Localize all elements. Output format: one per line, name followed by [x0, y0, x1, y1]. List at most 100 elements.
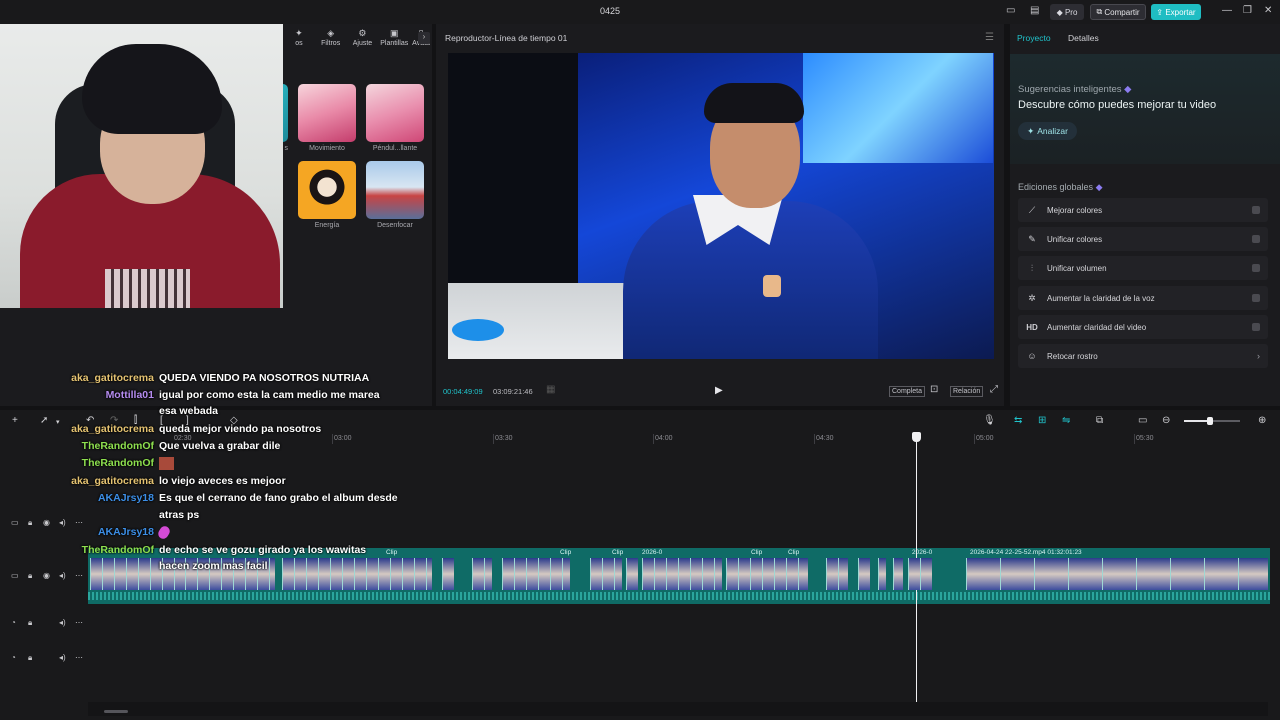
crop-icon[interactable]: ⊡ [930, 384, 938, 395]
clip-thumbnail[interactable] [102, 558, 114, 590]
audio-icon[interactable]: ◂) [59, 571, 66, 580]
clip-thumbnail[interactable] [378, 558, 390, 590]
zoom-knob[interactable] [1207, 417, 1213, 425]
clip-thumbnail[interactable] [526, 558, 538, 590]
global-item-voice-clarity[interactable]: ✲ Aumentar la claridad de la voz [1018, 286, 1268, 310]
more-icon[interactable]: ⋯ [75, 618, 83, 627]
magnet-icon[interactable]: ⊞ [1038, 415, 1046, 426]
toolbar-item-filters[interactable]: ◈ Filtros [315, 24, 347, 52]
lock-icon[interactable]: 🔒︎ [28, 653, 32, 663]
clip-thumbnail[interactable] [642, 558, 654, 590]
global-item-unify-colors[interactable]: ✎ Unificar colores [1018, 227, 1268, 251]
clip-thumbnail[interactable] [426, 558, 432, 590]
clip-thumbnail[interactable] [786, 558, 798, 590]
clip-thumbnail[interactable] [908, 558, 920, 590]
fullscreen-icon[interactable]: ⤢ [990, 384, 998, 395]
clip-thumbnail[interactable] [318, 558, 330, 590]
share-button[interactable]: ⧉ Compartir [1090, 4, 1146, 20]
clip-thumbnail[interactable] [442, 558, 454, 590]
snap-icon[interactable]: ⇋ [1062, 415, 1070, 426]
toolbar-item-templates[interactable]: ▣ Plantillas [378, 24, 410, 52]
toggle-switch[interactable] [1252, 206, 1260, 214]
clip-thumbnail[interactable] [402, 558, 414, 590]
clip-thumbnail[interactable] [562, 558, 570, 590]
clip-thumbnail[interactable] [602, 558, 614, 590]
clip-thumbnail[interactable] [366, 558, 378, 590]
clip-thumbnail[interactable] [590, 558, 602, 590]
clip-thumbnail[interactable] [126, 558, 138, 590]
lock-icon[interactable]: 🔒︎ [28, 618, 32, 628]
clip-thumbnail[interactable] [502, 558, 514, 590]
clip-thumbnail[interactable] [114, 558, 126, 590]
clip-thumbnail[interactable] [138, 558, 150, 590]
clip-thumbnail[interactable] [330, 558, 342, 590]
clip-thumbnail[interactable] [893, 558, 903, 590]
clip-thumbnail[interactable] [858, 558, 870, 590]
grid-icon[interactable]: ▦ [546, 384, 555, 395]
link-icon[interactable]: ⇆ [1014, 415, 1022, 426]
video-preview[interactable] [448, 53, 994, 359]
full-quality-button[interactable]: Completa [889, 386, 925, 397]
minimize-icon[interactable]: — [1222, 5, 1232, 16]
clip-thumbnail[interactable] [738, 558, 750, 590]
clip-thumbnail[interactable] [726, 558, 738, 590]
clip-thumbnail[interactable] [838, 558, 848, 590]
play-button[interactable]: ▶ [715, 385, 723, 396]
clip-thumbnail[interactable] [1238, 558, 1268, 590]
toggle-switch[interactable] [1252, 323, 1260, 331]
clip-thumbnail[interactable] [1068, 558, 1102, 590]
eye-icon[interactable]: ◉ [43, 571, 50, 580]
clip-thumbnail[interactable] [342, 558, 354, 590]
clip-thumbnail[interactable] [354, 558, 366, 590]
zoom-out-icon[interactable]: ⊖ [1162, 415, 1170, 426]
effect-card[interactable]: Energía [298, 161, 356, 229]
collapse-toolbar-icon[interactable]: › [418, 32, 430, 44]
zoom-in-icon[interactable]: ⊕ [1258, 415, 1266, 426]
clip-thumbnail[interactable] [702, 558, 714, 590]
clip-thumbnail[interactable] [282, 558, 294, 590]
clip-thumbnail[interactable] [798, 558, 808, 590]
clip-thumbnail[interactable] [1204, 558, 1238, 590]
clip-thumbnail[interactable] [1102, 558, 1136, 590]
clip-thumbnail[interactable] [414, 558, 426, 590]
clip-thumbnail[interactable] [1034, 558, 1068, 590]
clip-thumbnail[interactable] [90, 558, 102, 590]
clip-thumbnail[interactable] [538, 558, 550, 590]
panel-icon[interactable]: ▤ [1030, 5, 1039, 16]
clip-thumbnail[interactable] [484, 558, 492, 590]
analyze-button[interactable]: ✦ Analizar [1018, 122, 1077, 140]
clip-thumbnail[interactable] [714, 558, 722, 590]
clip-thumbnail[interactable] [1170, 558, 1204, 590]
timeline-scrollbar[interactable] [104, 710, 128, 713]
player-menu-icon[interactable]: ☰ [985, 32, 994, 43]
global-item-unify-volume[interactable]: ⫶ Unificar volumen [1018, 256, 1268, 280]
microphone-icon[interactable]: 🎙 [983, 415, 996, 426]
effect-card[interactable]: Desenfocar [366, 161, 424, 229]
clip-thumbnail[interactable] [390, 558, 402, 590]
clip-thumbnail[interactable] [472, 558, 484, 590]
toggle-switch[interactable] [1252, 235, 1260, 243]
global-item-retouch-face[interactable]: ☺ Retocar rostro › [1018, 344, 1268, 368]
clip-thumbnail[interactable] [550, 558, 562, 590]
clip-thumbnail[interactable] [306, 558, 318, 590]
clip-thumbnail[interactable] [666, 558, 678, 590]
caption-icon[interactable]: ▭ [1138, 415, 1147, 426]
toggle-switch[interactable] [1252, 294, 1260, 302]
clip-thumbnail[interactable] [654, 558, 666, 590]
more-icon[interactable]: ⋯ [75, 653, 83, 662]
aspect-ratio-button[interactable]: Relación [950, 386, 984, 397]
clip-thumbnail[interactable] [762, 558, 774, 590]
clip-thumbnail[interactable] [966, 558, 1000, 590]
toolbar-item-adjust[interactable]: ⚙ Ajuste [347, 24, 379, 52]
clip-thumbnail[interactable] [514, 558, 526, 590]
clip-thumbnail[interactable] [626, 558, 638, 590]
clip-thumbnail[interactable] [614, 558, 622, 590]
clip-thumbnail[interactable] [1000, 558, 1034, 590]
global-item-enhance-colors[interactable]: ⟋ Mejorar colores [1018, 198, 1268, 222]
clip-thumbnail[interactable] [678, 558, 690, 590]
effect-card[interactable]: Péndul...llante [366, 84, 424, 152]
clip-thumbnail[interactable] [1136, 558, 1170, 590]
lock-icon[interactable]: 🔒︎ [28, 571, 32, 581]
clip-thumbnail[interactable] [920, 558, 932, 590]
toggle-switch[interactable] [1252, 264, 1260, 272]
